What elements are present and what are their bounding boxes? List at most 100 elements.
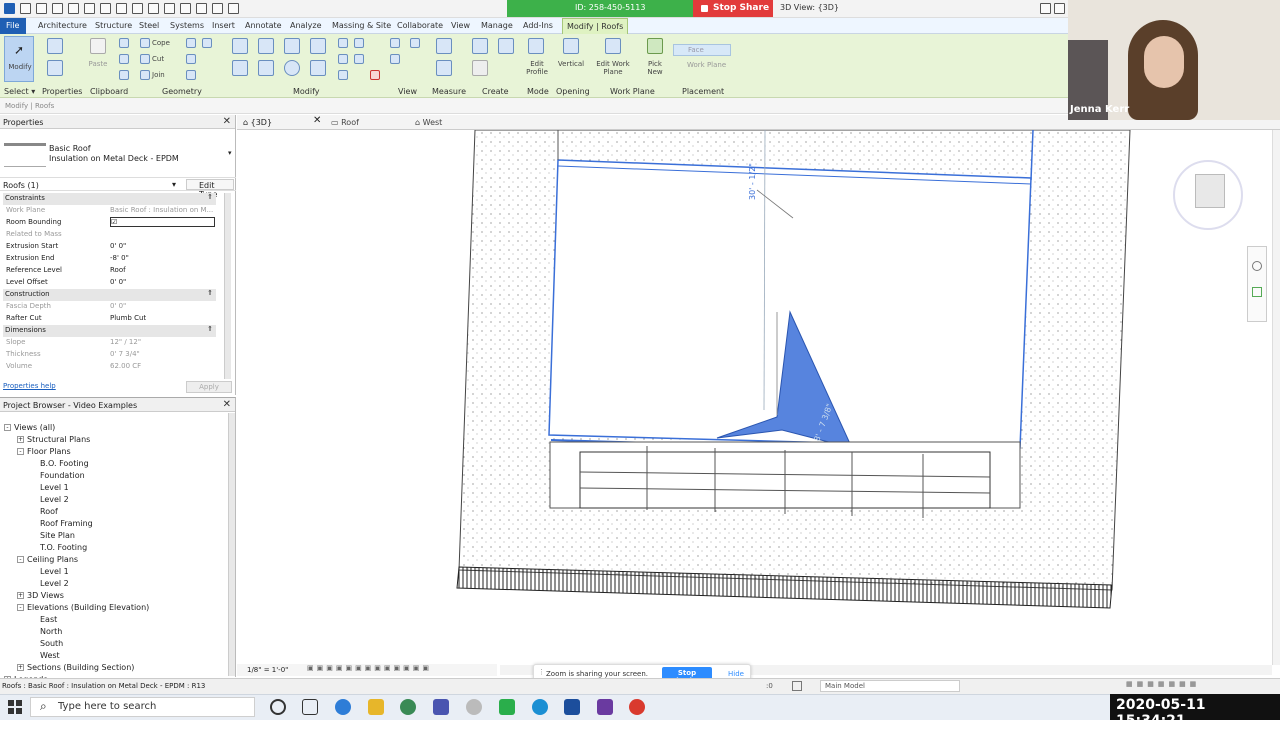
collapse-icon[interactable]: ⇑ [207, 289, 213, 297]
tab-west[interactable]: ⌂ West [415, 118, 442, 127]
tab-manage[interactable]: Manage [481, 21, 513, 30]
demolish-icon[interactable] [186, 70, 196, 80]
info-icon[interactable] [1054, 3, 1065, 14]
property-row[interactable]: Level Offset 0' 0" [3, 277, 216, 289]
tree-item[interactable]: East [40, 615, 57, 624]
rotate-icon[interactable] [284, 60, 300, 76]
tab-systems[interactable]: Systems [170, 21, 204, 30]
tab-file[interactable]: File [0, 18, 26, 34]
tree-item[interactable]: Level 2 [40, 495, 69, 504]
match-type-icon[interactable] [119, 70, 129, 80]
override-graphics-icon[interactable] [390, 54, 400, 64]
open-icon[interactable] [20, 3, 31, 14]
vertical-icon[interactable] [563, 38, 579, 54]
tree-item[interactable]: - Floor Plans [17, 447, 71, 456]
create-similar-icon[interactable] [472, 60, 488, 76]
drawing-canvas[interactable]: 30' - 1/2" 8' - 7 3/8" [237, 129, 1273, 665]
edit-type-button[interactable]: Edit Type [186, 179, 234, 199]
trim-icon[interactable] [310, 60, 326, 76]
property-row[interactable]: Slope 12" / 12" [3, 337, 216, 349]
tree-item[interactable]: +3D Views [17, 591, 64, 600]
mirror-axis-icon[interactable] [284, 38, 300, 54]
edge-beta-icon[interactable] [532, 699, 548, 715]
edge-icon[interactable] [335, 699, 351, 715]
edit-work-plane-label[interactable]: Edit Work Plane [592, 60, 634, 76]
modify-button[interactable]: ➚ Modify [4, 36, 34, 82]
measure-icon[interactable] [116, 3, 127, 14]
section-icon[interactable] [164, 3, 175, 14]
tree-item[interactable]: T.O. Footing [40, 543, 87, 552]
expand-icon[interactable]: + [17, 592, 24, 599]
property-row[interactable]: Extrusion Start 0' 0" [3, 241, 216, 253]
instance-filter[interactable]: Roofs (1) ▾ Edit Type [0, 177, 236, 199]
tab-roof[interactable]: ▭ Roof [331, 118, 359, 127]
edit-profile-label[interactable]: Edit Profile [520, 60, 554, 76]
dimension-icon[interactable] [436, 60, 452, 76]
property-row[interactable]: Related to Mass [3, 229, 216, 241]
property-value[interactable]: -8' 0" [110, 254, 129, 262]
close-icon[interactable]: ✕ [223, 399, 231, 410]
cut-clipboard-icon[interactable] [119, 38, 129, 48]
align-icon[interactable] [232, 38, 248, 54]
offset-icon[interactable] [258, 38, 274, 54]
expand-icon[interactable]: + [17, 436, 24, 443]
join-icon[interactable] [140, 70, 150, 80]
redo-icon[interactable] [84, 3, 95, 14]
properties-scrollbar[interactable] [224, 193, 231, 379]
zoom-stop-share-button[interactable]: Stop Share [693, 0, 773, 17]
save-icon[interactable] [36, 3, 47, 14]
tab-view[interactable]: View [451, 21, 470, 30]
type-properties-icon[interactable] [47, 38, 63, 54]
collapse-icon[interactable]: ⇑ [207, 325, 213, 333]
tab-structure[interactable]: Structure [95, 21, 132, 30]
copy-modify-icon[interactable] [258, 60, 274, 76]
tree-item[interactable]: Roof [40, 507, 58, 516]
close-icon[interactable]: ✕ [223, 116, 231, 127]
property-value[interactable]: ☑ [110, 217, 215, 227]
chrome-icon[interactable] [629, 699, 645, 715]
pin-icon[interactable] [354, 38, 364, 48]
property-row[interactable]: Dimensions ⇑ [3, 325, 216, 337]
viewcube-face[interactable] [1195, 174, 1225, 208]
pick-new-icon[interactable] [647, 38, 663, 54]
property-row[interactable]: Thickness 0' 7 3/4" [3, 349, 216, 361]
tab-massing-site[interactable]: Massing & Site [332, 21, 391, 30]
delete-icon[interactable] [370, 70, 380, 80]
property-row[interactable]: Extrusion End -8' 0" [3, 253, 216, 265]
zoom-app-icon[interactable] [499, 699, 515, 715]
pick-new-label[interactable]: Pick New [642, 60, 668, 76]
property-row[interactable]: Room Bounding ☑ [3, 217, 216, 229]
3d-view-icon[interactable] [148, 3, 159, 14]
tree-item[interactable]: Foundation [40, 471, 85, 480]
tree-item[interactable]: Roof Framing [40, 519, 93, 528]
tree-item[interactable]: - Ceiling Plans [17, 555, 78, 564]
type-selector-dropdown[interactable]: ▾ [228, 149, 232, 157]
app-icon[interactable] [400, 699, 416, 715]
property-row[interactable]: Volume 62.00 CF [3, 361, 216, 373]
steering-wheel-icon[interactable] [1252, 261, 1262, 271]
property-value[interactable]: 0' 7 3/4" [110, 350, 140, 358]
viewcube[interactable] [1173, 160, 1243, 230]
collapse-icon[interactable]: - [17, 556, 24, 563]
expand-icon[interactable]: + [17, 664, 24, 671]
snipping-tool-icon[interactable] [466, 699, 482, 715]
property-row[interactable]: Constraints ⇑ [3, 193, 216, 205]
print-icon[interactable] [100, 3, 111, 14]
view-scale[interactable]: 1/8" = 1'-0" [247, 666, 288, 674]
property-row[interactable]: Fascia Depth 0' 0" [3, 301, 216, 313]
scale-icon[interactable] [338, 70, 348, 80]
view-control-icons[interactable]: ▣▣▣▣▣▣▣▣▣▣▣▣▣ [307, 664, 432, 672]
browser-scrollbar[interactable] [228, 413, 235, 676]
tab-collaborate[interactable]: Collaborate [397, 21, 443, 30]
dimension-label-1[interactable]: 30' - 1/2" [748, 163, 757, 200]
customize-qat-icon[interactable] [228, 3, 239, 14]
tab-insert[interactable]: Insert [212, 21, 235, 30]
property-value[interactable]: 62.00 CF [110, 362, 141, 370]
property-row[interactable]: Rafter Cut Plumb Cut [3, 313, 216, 325]
editable-only-icon[interactable] [792, 681, 802, 691]
work-plane-button[interactable]: Work Plane [673, 60, 731, 72]
teams-icon[interactable] [433, 699, 449, 715]
canvas-vertical-scrollbar[interactable] [1272, 130, 1280, 665]
tab-annotate[interactable]: Annotate [245, 21, 282, 30]
tree-item[interactable]: Level 1 [40, 567, 69, 576]
